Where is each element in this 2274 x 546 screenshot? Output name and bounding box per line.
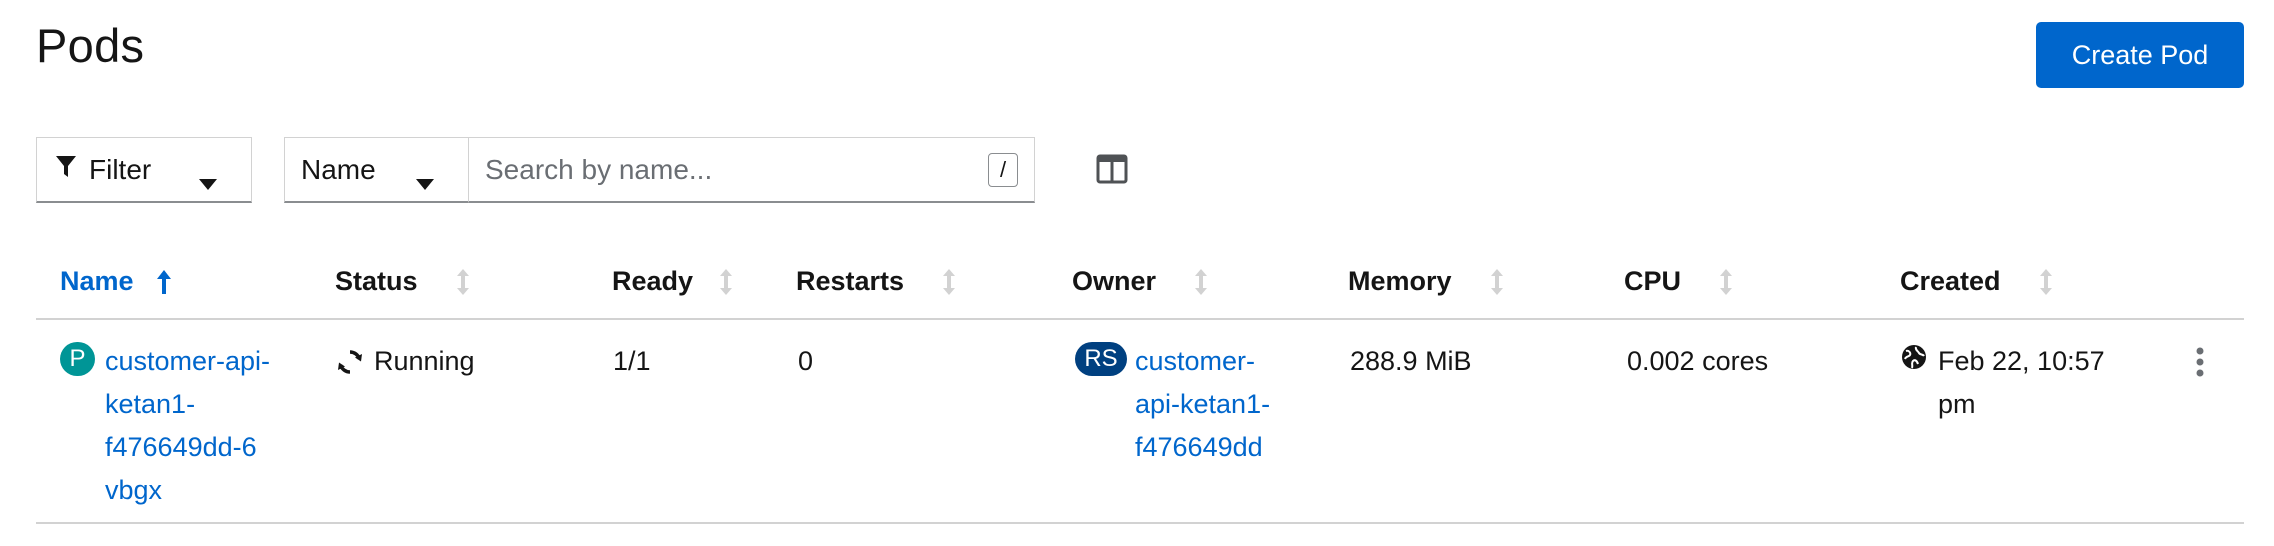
pod-name-line: customer-api- <box>105 346 271 376</box>
sort-icon <box>1490 268 1504 296</box>
sync-icon <box>336 348 364 376</box>
search-attribute-select[interactable]: Name <box>284 137 469 203</box>
column-header-label: Restarts <box>796 266 905 296</box>
column-header-name[interactable]: Name <box>60 266 172 297</box>
column-header-restarts[interactable]: Restarts <box>796 266 956 297</box>
keyboard-shortcut-hint: / <box>988 153 1018 187</box>
filter-label: Filter <box>89 153 152 185</box>
owner-name-line: api-ketan1- <box>1135 389 1271 419</box>
pods-page: Pods Create Pod Filter Name / Name St <box>0 0 2274 546</box>
owner-name-line: customer- <box>1135 346 1256 376</box>
column-header-label: Created <box>1900 266 2001 296</box>
pod-status-text: Running <box>374 346 475 376</box>
sort-icon <box>1719 268 1733 296</box>
column-header-ready[interactable]: Ready <box>612 266 733 297</box>
kebab-icon[interactable] <box>2190 345 2210 381</box>
pod-name-line: ketan1- <box>105 389 196 419</box>
column-header-label: Memory <box>1348 266 1452 296</box>
sort-icon <box>719 268 733 296</box>
created-line: pm <box>1938 389 1976 419</box>
pod-name-line: f476649dd-6 <box>105 432 257 462</box>
pod-ready: 1/1 <box>613 346 651 376</box>
table-header-divider <box>36 318 2244 320</box>
sort-icon <box>942 268 956 296</box>
pod-name-line: vbgx <box>105 475 163 505</box>
column-header-cpu[interactable]: CPU <box>1624 266 1733 297</box>
column-header-memory[interactable]: Memory <box>1348 266 1504 297</box>
pod-cpu: 0.002 cores <box>1627 346 1769 376</box>
globe-icon <box>1901 344 1927 375</box>
filter-dropdown[interactable]: Filter <box>36 137 252 203</box>
sort-ascending-icon <box>156 269 172 295</box>
sort-icon <box>1194 268 1208 296</box>
owner-name-line: f476649dd <box>1135 432 1263 462</box>
pod-memory: 288.9 MiB <box>1350 346 1472 376</box>
owner-link[interactable]: customer- api-ketan1- f476649dd <box>1135 340 1270 469</box>
pod-kind-badge: P <box>60 342 95 376</box>
column-header-label: Ready <box>612 266 694 296</box>
pod-status: Running <box>336 340 475 383</box>
column-header-label: CPU <box>1624 266 1682 296</box>
pod-name-link[interactable]: customer-api- ketan1- f476649dd-6 vbgx <box>105 340 270 512</box>
search-attribute-label: Name <box>301 153 376 185</box>
pod-restarts: 0 <box>798 346 814 376</box>
columns-icon[interactable] <box>1096 154 1130 186</box>
column-header-owner[interactable]: Owner <box>1072 266 1208 297</box>
column-header-created[interactable]: Created <box>1900 266 2053 297</box>
owner-kind-badge: RS <box>1075 342 1127 376</box>
column-header-label: Name <box>60 266 134 296</box>
filter-icon <box>55 154 77 186</box>
sort-icon <box>2039 268 2053 296</box>
caret-down-icon <box>416 165 434 197</box>
column-header-label: Owner <box>1072 266 1157 296</box>
caret-down-icon <box>199 165 217 197</box>
table-row-divider <box>36 522 2244 524</box>
page-title: Pods <box>36 19 145 72</box>
search-input[interactable] <box>468 137 1035 203</box>
column-header-label: Status <box>335 266 418 296</box>
create-pod-button[interactable]: Create Pod <box>2036 22 2244 88</box>
column-header-status[interactable]: Status <box>335 266 470 297</box>
sort-icon <box>456 268 470 296</box>
created-line: Feb 22, 10:57 <box>1938 346 2105 376</box>
pod-created: Feb 22, 10:57 pm <box>1938 340 2105 426</box>
